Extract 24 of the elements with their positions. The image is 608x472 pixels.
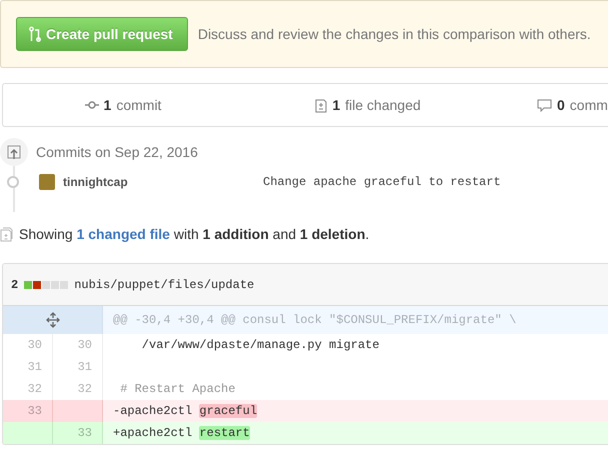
commits-date-heading: Commits on Sep 22, 2016 xyxy=(36,144,198,160)
commit-group-icon xyxy=(0,138,28,166)
commit-author[interactable]: tinnightcap xyxy=(63,175,263,189)
change-count: 2 xyxy=(11,278,18,292)
file-diff-icon xyxy=(0,226,13,242)
avatar xyxy=(39,174,55,190)
commit-message[interactable]: Change apache graceful to restart xyxy=(263,175,501,189)
pull-request-icon xyxy=(29,26,41,42)
diff-summary: Showing 1 changed file with 1 addition and 1 deletion. xyxy=(19,226,370,242)
commit-dot-icon xyxy=(7,176,19,188)
line-number[interactable]: 33 xyxy=(53,422,103,444)
stat-link[interactable]: 0 comm xyxy=(493,84,608,126)
file-diff-icon xyxy=(315,98,328,112)
hunk-header: @@ -30,4 +30,4 @@ consul lock "$CONSUL_PREFIX/migrate" \ xyxy=(103,306,608,334)
create-pull-request-button[interactable]: Create pull request xyxy=(16,17,188,51)
stat-link[interactable]: 1 file changed xyxy=(243,84,493,126)
line-number[interactable]: 33 xyxy=(3,400,53,422)
expand-icon[interactable] xyxy=(46,312,60,328)
banner-message: Discuss and review the changes in this comparison with others. xyxy=(198,26,591,42)
file-path[interactable]: nubis/puppet/files/update xyxy=(74,278,254,292)
stat-link[interactable]: 1 commit xyxy=(3,84,243,126)
commit-icon xyxy=(84,101,99,109)
changed-files-link[interactable]: 1 changed file xyxy=(76,226,170,242)
comment-icon xyxy=(537,98,552,112)
